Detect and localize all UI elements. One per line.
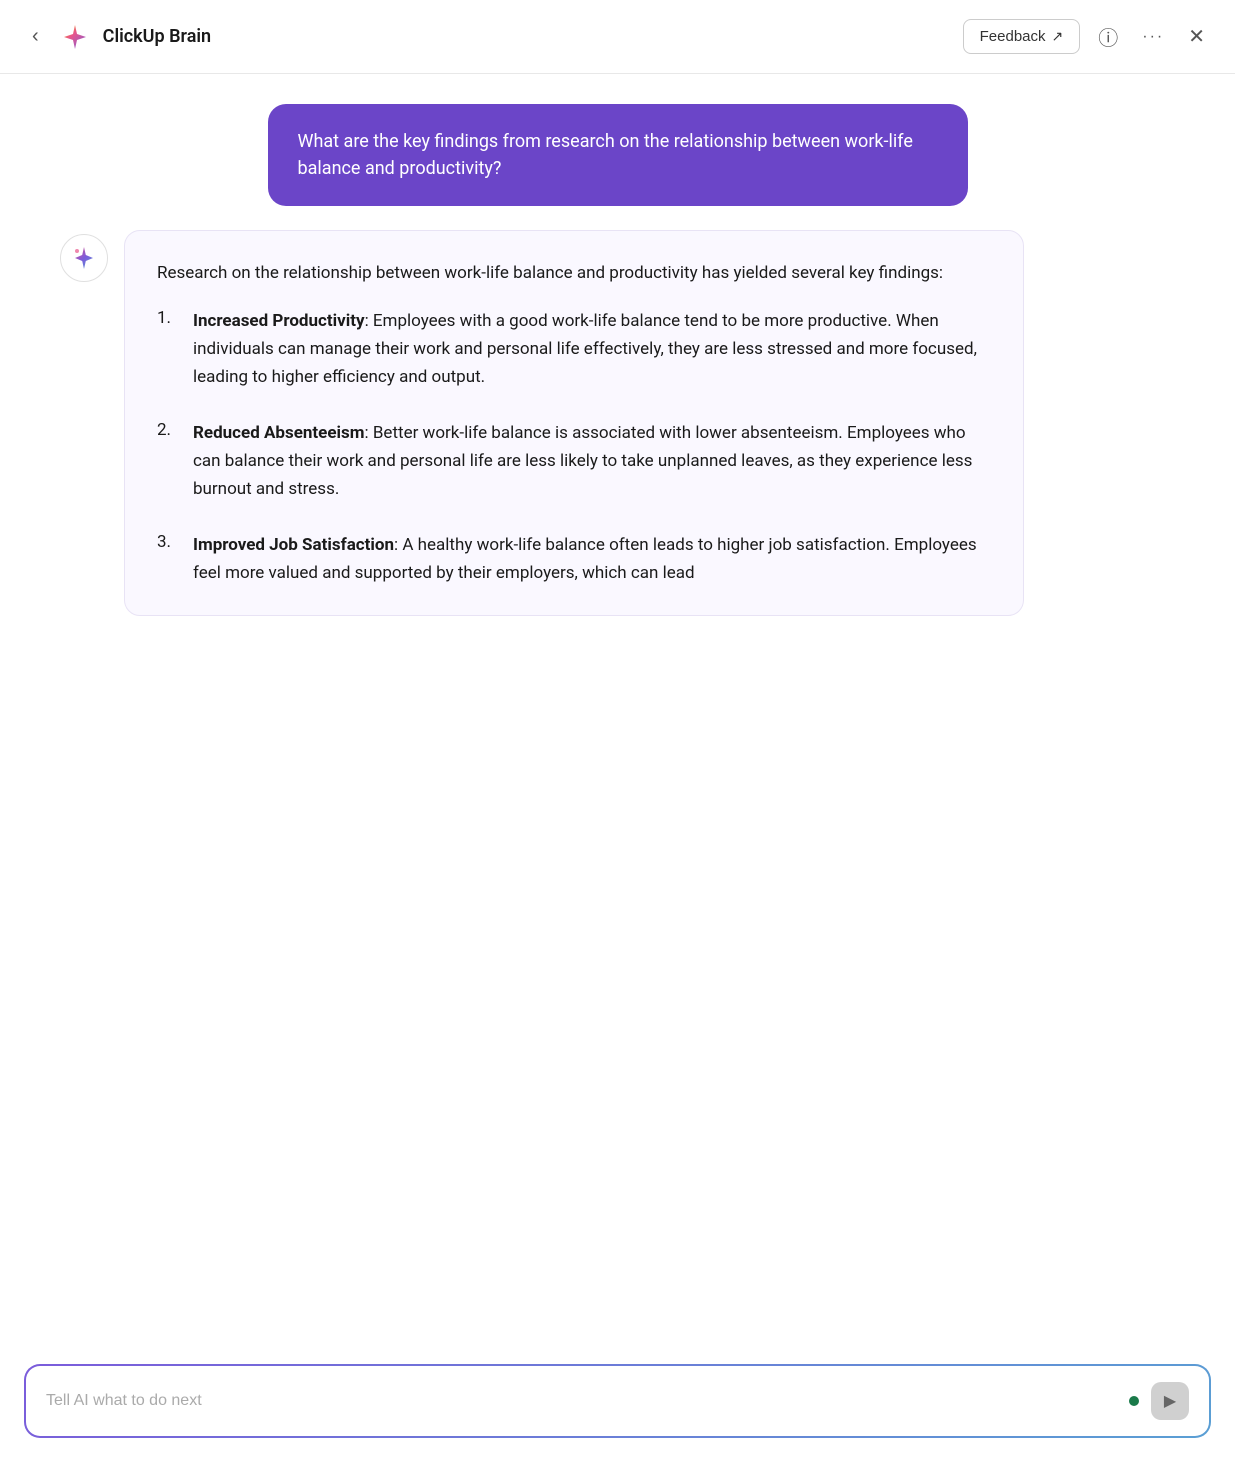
finding-title-1: Increased Productivity <box>193 311 365 331</box>
ai-intro-text: Research on the relationship between wor… <box>157 259 991 287</box>
user-message: What are the key findings from research … <box>268 104 968 206</box>
findings-list: 1. Increased Productivity: Employees wit… <box>157 307 991 587</box>
finding-item-2: 2. Reduced Absenteeism: Better work-life… <box>157 419 991 503</box>
status-dot-icon <box>1129 1396 1139 1406</box>
feedback-button[interactable]: Feedback ↗ <box>963 19 1081 54</box>
chat-input[interactable] <box>46 1392 1117 1410</box>
input-wrapper: ▶ <box>24 1364 1211 1438</box>
external-link-icon: ↗ <box>1052 28 1064 45</box>
app-title: ClickUp Brain <box>103 26 211 47</box>
finding-content-1: Increased Productivity: Employees with a… <box>193 307 991 391</box>
finding-title-2: Reduced Absenteeism <box>193 423 365 443</box>
chat-area: What are the key findings from research … <box>0 74 1235 1348</box>
header: ‹ ClickUp Brain Feedback ↗ <box>0 0 1235 74</box>
finding-item-1: 1. Increased Productivity: Employees wit… <box>157 307 991 391</box>
finding-content-3: Improved Job Satisfaction: A healthy wor… <box>193 531 991 587</box>
more-icon: ··· <box>1142 28 1164 46</box>
main-content: What are the key findings from research … <box>0 74 1235 1462</box>
header-right: Feedback ↗ ⓘ ··· ✕ <box>963 16 1211 57</box>
user-message-text: What are the key findings from research … <box>298 131 913 179</box>
finding-title-3: Improved Job Satisfaction <box>193 535 394 555</box>
send-button[interactable]: ▶ <box>1151 1382 1189 1420</box>
info-button[interactable]: ⓘ <box>1092 16 1124 57</box>
finding-item-3: 3. Improved Job Satisfaction: A healthy … <box>157 531 991 587</box>
header-left: ‹ ClickUp Brain <box>24 21 211 53</box>
finding-content-2: Reduced Absenteeism: Better work-life ba… <box>193 419 991 503</box>
user-message-wrapper: What are the key findings from research … <box>40 104 1195 206</box>
app-container: ‹ ClickUp Brain Feedback ↗ <box>0 0 1235 1462</box>
finding-number-2: 2. <box>157 419 177 440</box>
more-options-button[interactable]: ··· <box>1136 22 1170 52</box>
ai-avatar <box>60 234 108 282</box>
back-button[interactable]: ‹ <box>24 21 47 52</box>
send-icon: ▶ <box>1164 1391 1176 1411</box>
close-icon: ✕ <box>1188 24 1205 49</box>
ai-response-wrapper: Research on the relationship between wor… <box>40 230 1195 616</box>
finding-number-3: 3. <box>157 531 177 552</box>
input-area: ▶ <box>0 1348 1235 1462</box>
ai-response-card: Research on the relationship between wor… <box>124 230 1024 616</box>
feedback-label: Feedback <box>980 28 1046 45</box>
ai-sparkle-icon <box>70 244 98 272</box>
info-icon: ⓘ <box>1098 22 1118 51</box>
clickup-brain-logo-icon <box>59 21 91 53</box>
close-button[interactable]: ✕ <box>1182 18 1211 55</box>
finding-number-1: 1. <box>157 307 177 328</box>
